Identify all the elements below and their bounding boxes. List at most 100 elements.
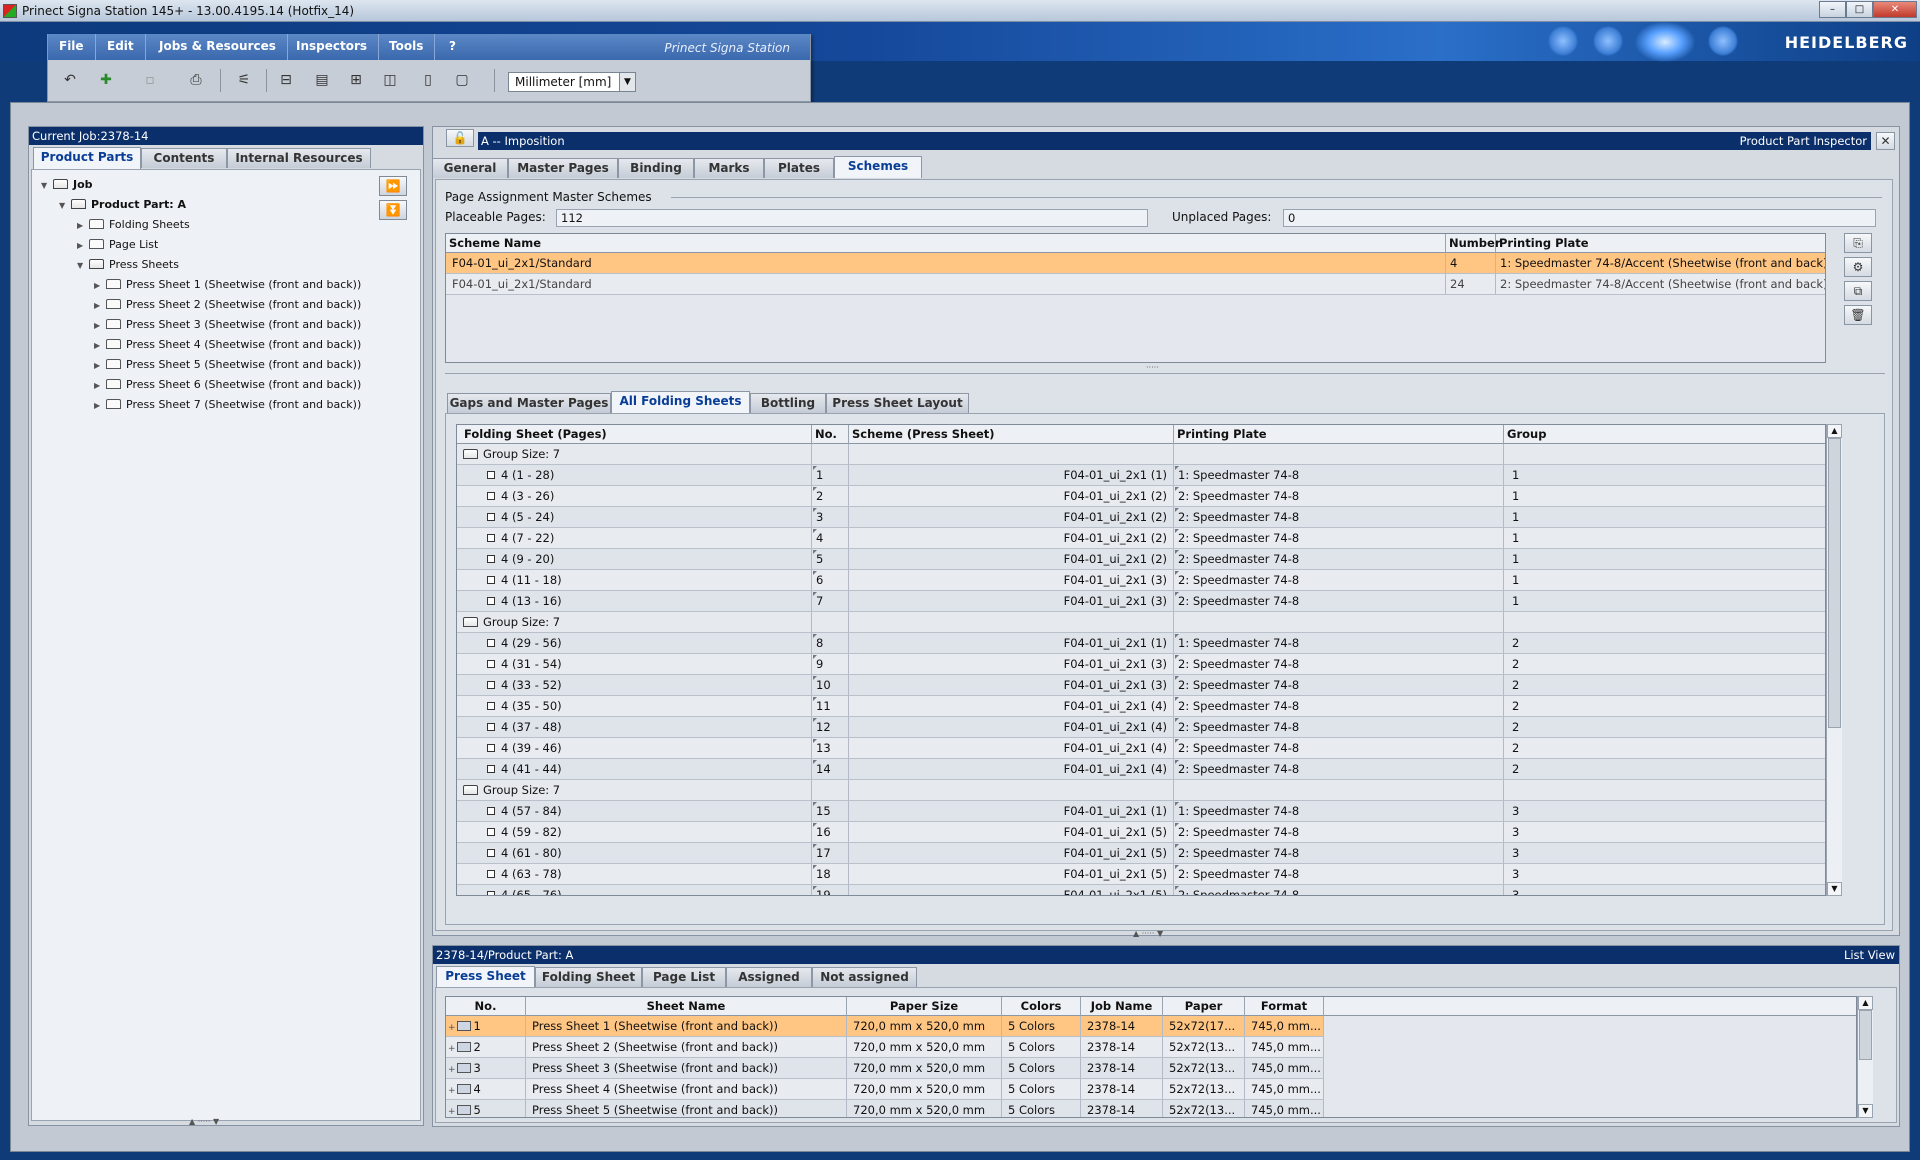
tree-node-press-sheet[interactable]: ▶ Press Sheet 5 (Sheetwise (front and bac… (94, 356, 361, 374)
chevron-right-icon[interactable]: ▶ (77, 237, 87, 255)
chevron-down-icon[interactable]: ▼ (41, 177, 51, 195)
menu-help[interactable]: ? (438, 34, 467, 60)
col-sheet-name[interactable]: Sheet Name (526, 997, 847, 1016)
tab-press-sheet-layout[interactable]: Press Sheet Layout (826, 393, 969, 413)
table-row[interactable]: F04-01_ui_2x1/Standard 24 2: Speedmaster… (446, 274, 1825, 295)
chevron-right-icon[interactable]: ▶ (94, 297, 104, 315)
move-down-button[interactable]: ⏬ (379, 200, 407, 220)
table-row[interactable]: 4 (11 - 18) 6 F04-01_ui_2x1 (3) 2: Speed… (457, 570, 1825, 591)
checkbox-icon[interactable] (487, 702, 495, 710)
checkbox-icon[interactable] (487, 639, 495, 647)
tab-plates[interactable]: Plates (764, 158, 834, 178)
expand-icon[interactable]: + (448, 1086, 456, 1096)
col-format[interactable]: Format (1245, 997, 1324, 1016)
tree-node-press-sheet[interactable]: ▶ Press Sheet 4 (Sheetwise (front and bac… (94, 336, 361, 354)
document-icon[interactable]: ▢ (452, 70, 472, 90)
col-paper[interactable]: Paper (1163, 997, 1245, 1016)
table-row[interactable]: 4 (59 - 82) 16 F04-01_ui_2x1 (5) 2: Spee… (457, 822, 1825, 843)
table-row[interactable]: F04-01_ui_2x1/Standard 4 1: Speedmaster … (446, 253, 1825, 274)
checkbox-icon[interactable] (487, 534, 495, 542)
group-row[interactable]: Group Size: 7 (457, 780, 1825, 801)
col-no[interactable]: No. (812, 425, 849, 444)
checkbox-icon[interactable] (487, 681, 495, 689)
close-window-button[interactable]: ✕ (1873, 1, 1917, 18)
checkbox-icon[interactable] (487, 492, 495, 500)
tab-gaps-master-pages[interactable]: Gaps and Master Pages (447, 393, 611, 413)
table-row[interactable]: 4 (29 - 56) 8 F04-01_ui_2x1 (1) 1: Speed… (457, 633, 1825, 654)
tree-node-product-part[interactable]: ▼ Product Part: A (59, 196, 186, 214)
sheet-layout-icon[interactable]: ⊟ (276, 70, 296, 90)
splitter-grip-icon[interactable]: ····· (1146, 363, 1159, 372)
tree-node-press-sheet[interactable]: ▶ Press Sheet 3 (Sheetwise (front and bac… (94, 316, 361, 334)
scroll-up-icon[interactable]: ▲ (1827, 424, 1842, 438)
checkbox-icon[interactable] (487, 870, 495, 878)
table-row[interactable]: 4 (9 - 20) 5 F04-01_ui_2x1 (2) 2: Speedm… (457, 549, 1825, 570)
table-row[interactable]: +2 Press Sheet 2 (Sheetwise (front and b… (446, 1037, 1324, 1058)
table-row[interactable]: +3 Press Sheet 3 (Sheetwise (front and b… (446, 1058, 1324, 1079)
scroll-up-icon[interactable]: ▲ (1858, 996, 1873, 1010)
checkbox-icon[interactable] (487, 849, 495, 857)
tab-binding[interactable]: Binding (618, 158, 694, 178)
tab-bottling[interactable]: Bottling (750, 393, 826, 413)
tab-contents[interactable]: Contents (141, 148, 227, 168)
scroll-thumb[interactable] (1859, 1010, 1872, 1060)
copy-scheme-icon[interactable]: ⧉ (1844, 281, 1872, 301)
col-no[interactable]: No. (446, 997, 526, 1016)
menu-jobs-resources[interactable]: Jobs & Resources (148, 34, 288, 60)
checkbox-icon[interactable] (487, 807, 495, 815)
col-scheme-name[interactable]: Scheme Name (446, 234, 1446, 253)
checkbox-icon[interactable] (487, 597, 495, 605)
fold-icon[interactable]: ◫ (380, 70, 400, 90)
col-number[interactable]: Number (1446, 234, 1501, 253)
menu-file[interactable]: File (48, 34, 96, 60)
chevron-down-icon[interactable]: ▼ (619, 73, 635, 91)
table-row[interactable]: 4 (5 - 24) 3 F04-01_ui_2x1 (2) 2: Speedm… (457, 507, 1825, 528)
col-colors[interactable]: Colors (1002, 997, 1081, 1016)
chevron-right-icon[interactable]: ▶ (94, 397, 104, 415)
tree-node-press-sheet[interactable]: ▶ Press Sheet 2 (Sheetwise (front and bac… (94, 296, 361, 314)
tab-internal-resources[interactable]: Internal Resources (227, 148, 371, 168)
chevron-down-icon[interactable]: ▼ (59, 197, 69, 215)
tab-schemes[interactable]: Schemes (834, 156, 922, 178)
chevron-right-icon[interactable]: ▶ (94, 377, 104, 395)
new-icon[interactable]: ✚ (96, 70, 116, 90)
tree-node-press-sheet[interactable]: ▶ Press Sheet 1 (Sheetwise (front and bac… (94, 276, 361, 294)
tree-node-press-sheet[interactable]: ▶ Press Sheet 6 (Sheetwise (front and bac… (94, 376, 361, 394)
chevron-right-icon[interactable]: ▶ (94, 337, 104, 355)
checkbox-icon[interactable] (487, 513, 495, 521)
open-icon[interactable]: ↶ (60, 70, 80, 90)
col-group[interactable]: Group (1504, 425, 1825, 444)
checkbox-icon[interactable] (487, 891, 495, 895)
expand-icon[interactable]: + (448, 1065, 456, 1075)
chevron-right-icon[interactable]: ▶ (94, 317, 104, 335)
table-row[interactable]: 4 (65 - 76) 19 F04-01_ui_2x1 (5) 2: Spee… (457, 885, 1825, 895)
print-icon[interactable]: ⎙ (186, 70, 206, 90)
chevron-right-icon[interactable]: ▶ (94, 277, 104, 295)
col-printing-plate[interactable]: Printing Plate (1174, 425, 1504, 444)
frame-icon[interactable]: ▯ (418, 70, 438, 90)
checkbox-icon[interactable] (487, 744, 495, 752)
table-row[interactable]: +4 Press Sheet 4 (Sheetwise (front and b… (446, 1079, 1324, 1100)
chevron-right-icon[interactable]: ▶ (77, 217, 87, 235)
chevron-down-icon[interactable]: ▼ (77, 257, 87, 275)
tab-all-folding-sheets[interactable]: All Folding Sheets (611, 391, 750, 413)
col-scheme[interactable]: Scheme (Press Sheet) (849, 425, 1174, 444)
page-icon[interactable]: ▤ (312, 70, 332, 90)
tab-product-parts[interactable]: Product Parts (33, 147, 141, 169)
scroll-thumb[interactable] (1828, 438, 1841, 728)
table-row[interactable]: 4 (31 - 54) 9 F04-01_ui_2x1 (3) 2: Speed… (457, 654, 1825, 675)
checkbox-icon[interactable] (487, 828, 495, 836)
table-row[interactable]: 4 (39 - 46) 13 F04-01_ui_2x1 (4) 2: Spee… (457, 738, 1825, 759)
menu-edit[interactable]: Edit (96, 34, 146, 60)
tree-icon[interactable]: ⚟ (234, 70, 254, 90)
checkbox-icon[interactable] (487, 723, 495, 731)
tab-press-sheet[interactable]: Press Sheet (436, 966, 535, 988)
col-paper-size[interactable]: Paper Size (847, 997, 1002, 1016)
menu-inspectors[interactable]: Inspectors (285, 34, 380, 60)
checkbox-icon[interactable] (487, 576, 495, 584)
checkbox-icon[interactable] (487, 555, 495, 563)
scroll-down-icon[interactable]: ▼ (1827, 882, 1842, 896)
table-row[interactable]: 4 (7 - 22) 4 F04-01_ui_2x1 (2) 2: Speedm… (457, 528, 1825, 549)
menu-tools[interactable]: Tools (378, 34, 436, 60)
chevron-right-icon[interactable]: ▶ (94, 357, 104, 375)
